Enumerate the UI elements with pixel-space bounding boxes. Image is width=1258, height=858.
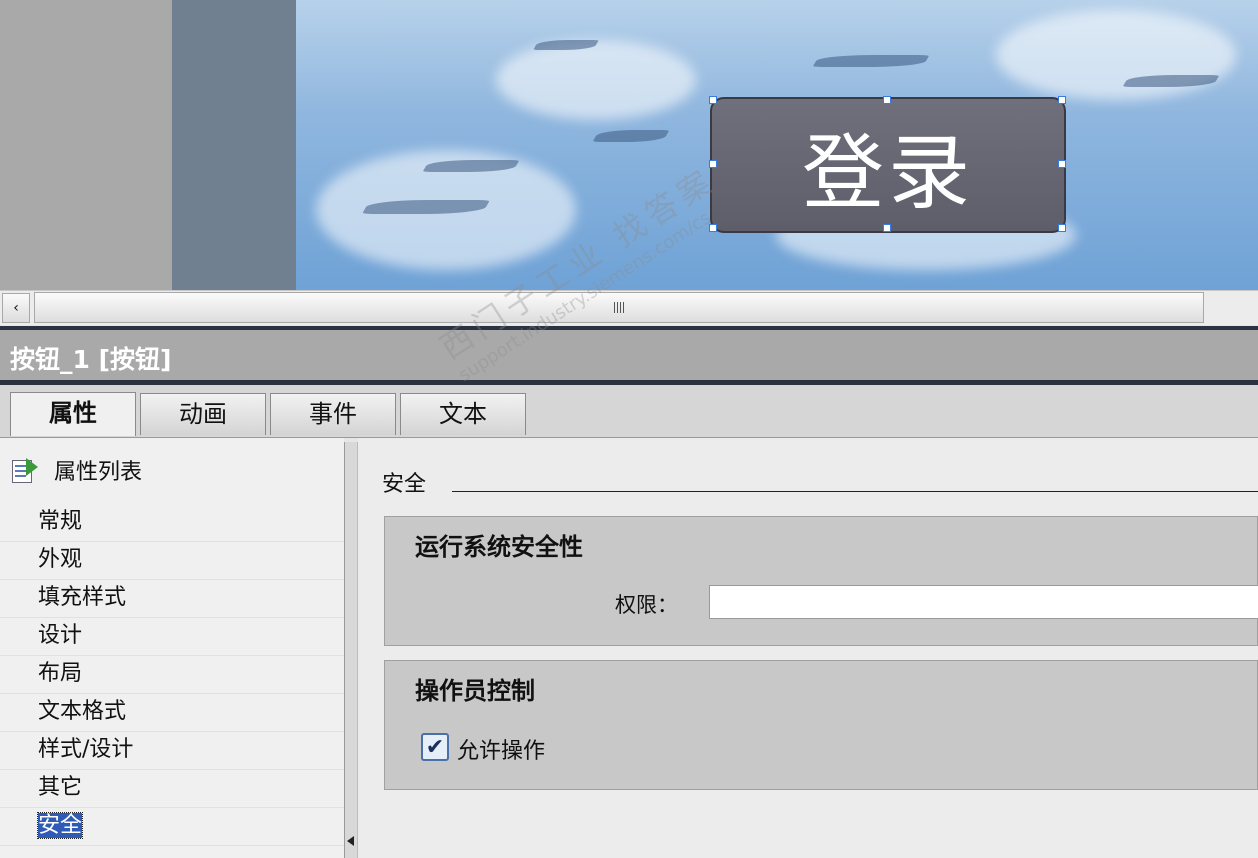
section-divider bbox=[452, 491, 1258, 492]
tab-texts[interactable]: 文本 bbox=[400, 393, 526, 435]
group-title: 运行系统安全性 bbox=[415, 533, 583, 561]
nav-item-general[interactable]: 常规 bbox=[0, 504, 344, 542]
nav-item-fill-pattern[interactable]: 填充样式 bbox=[0, 580, 344, 618]
nav-item-miscellaneous[interactable]: 其它 bbox=[0, 770, 344, 808]
design-canvas[interactable]: 登录 bbox=[0, 0, 1258, 290]
property-nav-panel: 属性列表 常规 外观 填充样式 设计 布局 文本格式 样式/设计 其它 安全 bbox=[0, 438, 344, 858]
tab-properties[interactable]: 属性 bbox=[10, 392, 136, 436]
resize-handle-s[interactable] bbox=[883, 224, 891, 232]
resize-handle-se[interactable] bbox=[1058, 224, 1066, 232]
allow-operation-checkbox[interactable]: ✔ bbox=[421, 733, 449, 761]
inspector-title: 按钮_1 [按钮] bbox=[10, 345, 172, 374]
resize-handle-n[interactable] bbox=[883, 96, 891, 104]
canvas-margin bbox=[0, 0, 172, 290]
nav-item-layout[interactable]: 布局 bbox=[0, 656, 344, 694]
permission-label: 权限： bbox=[615, 593, 678, 617]
property-list-toggle[interactable]: 属性列表 bbox=[12, 454, 142, 486]
nav-item-style-design[interactable]: 样式/设计 bbox=[0, 732, 344, 770]
resize-handle-e[interactable] bbox=[1058, 160, 1066, 168]
screen-border bbox=[172, 0, 296, 290]
nav-item-appearance[interactable]: 外观 bbox=[0, 542, 344, 580]
scroll-left-button[interactable]: ‹ bbox=[2, 293, 30, 323]
collapse-arrow-icon[interactable] bbox=[347, 836, 354, 846]
resize-handle-ne[interactable] bbox=[1058, 96, 1066, 104]
property-list-icon bbox=[12, 458, 38, 483]
horizontal-scrollbar[interactable]: ‹ bbox=[0, 290, 1258, 325]
resize-handle-sw[interactable] bbox=[709, 224, 717, 232]
inspector-tabs: 属性 动画 事件 文本 bbox=[0, 385, 1258, 438]
tab-events[interactable]: 事件 bbox=[270, 393, 396, 435]
resize-handle-nw[interactable] bbox=[709, 96, 717, 104]
allow-operation-label[interactable]: 允许操作 bbox=[457, 733, 545, 765]
permission-input[interactable] bbox=[709, 585, 1258, 619]
inspector-title-bar: 按钮_1 [按钮] bbox=[0, 330, 1258, 380]
property-content-panel: 安全 运行系统安全性 权限： 操作员控制 ✔ 允许操作 bbox=[358, 438, 1258, 858]
login-button-label: 登录 bbox=[801, 125, 974, 221]
grip-icon bbox=[614, 302, 624, 313]
nav-item-design[interactable]: 设计 bbox=[0, 618, 344, 656]
runtime-security-group: 运行系统安全性 权限： bbox=[384, 516, 1258, 646]
section-title: 安全 bbox=[382, 472, 427, 497]
login-button[interactable]: 登录 bbox=[710, 97, 1066, 233]
nav-item-security[interactable]: 安全 bbox=[0, 808, 344, 846]
panel-splitter[interactable] bbox=[344, 442, 358, 858]
checkmark-icon: ✔ bbox=[425, 734, 445, 760]
tab-animations[interactable]: 动画 bbox=[140, 393, 266, 435]
chevron-left-icon: ‹ bbox=[13, 300, 19, 316]
group-title: 操作员控制 bbox=[415, 677, 535, 705]
operator-control-group: 操作员控制 ✔ 允许操作 bbox=[384, 660, 1258, 790]
nav-item-text-format[interactable]: 文本格式 bbox=[0, 694, 344, 732]
scroll-thumb[interactable] bbox=[34, 292, 1204, 323]
property-list-label: 属性列表 bbox=[54, 460, 143, 485]
resize-handle-w[interactable] bbox=[709, 160, 717, 168]
